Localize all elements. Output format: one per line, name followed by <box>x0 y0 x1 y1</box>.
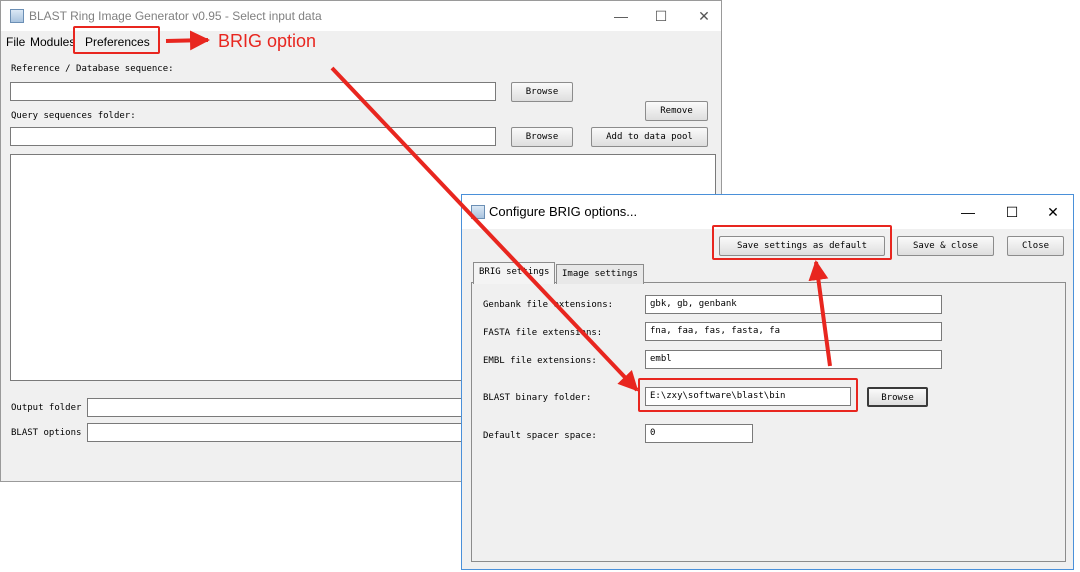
minimize-icon[interactable]: — <box>608 5 634 27</box>
menu-modules[interactable]: Modules <box>30 35 75 49</box>
highlight-blast-folder <box>638 378 858 412</box>
reference-browse-button[interactable]: Browse <box>511 82 573 102</box>
remove-button[interactable]: Remove <box>645 101 708 121</box>
query-browse-button[interactable]: Browse <box>511 127 573 147</box>
main-window-title: BLAST Ring Image Generator v0.95 - Selec… <box>29 9 322 23</box>
tab-image-settings[interactable]: Image settings <box>556 264 644 284</box>
output-folder-label: Output folder <box>11 403 82 413</box>
dialog-titlebar[interactable]: Configure BRIG options... — ☐ ✕ <box>462 195 1073 229</box>
tab-brig-settings[interactable]: BRIG settings <box>473 262 556 284</box>
minimize-icon[interactable]: — <box>955 201 981 223</box>
fasta-extensions-input[interactable]: fna, faa, fas, fasta, fa <box>645 322 942 341</box>
close-icon[interactable]: ✕ <box>1040 201 1066 223</box>
dialog-close-button[interactable]: Close <box>1007 236 1064 256</box>
close-icon[interactable]: ✕ <box>691 5 717 27</box>
highlight-save-default-button <box>712 225 892 260</box>
blast-binary-folder-label: BLAST binary folder: <box>483 393 592 403</box>
output-folder-input[interactable] <box>87 398 467 417</box>
query-label: Query sequences folder: <box>11 111 136 121</box>
genbank-label: Genbank file extensions: <box>483 300 614 310</box>
embl-extensions-input[interactable]: embl <box>645 350 942 369</box>
embl-label: EMBL file extensions: <box>483 356 597 366</box>
brig-option-annotation: BRIG option <box>218 31 317 51</box>
highlight-preferences-menu <box>73 26 160 54</box>
genbank-extensions-input[interactable]: gbk, gb, genbank <box>645 295 942 314</box>
query-input[interactable] <box>10 127 496 146</box>
maximize-icon[interactable]: ☐ <box>999 201 1025 223</box>
reference-label: Reference / Database sequence: <box>11 64 174 74</box>
default-spacer-input[interactable]: 0 <box>645 424 753 443</box>
menu-file[interactable]: File <box>6 35 25 49</box>
blast-options-label: BLAST options <box>11 428 82 438</box>
fasta-label: FASTA file extensions: <box>483 328 603 338</box>
reference-input[interactable] <box>10 82 496 101</box>
add-to-data-pool-button[interactable]: Add to data pool <box>591 127 708 147</box>
java-app-icon <box>471 205 485 219</box>
java-app-icon <box>10 9 24 23</box>
dialog-title: Configure BRIG options... <box>489 204 638 219</box>
blast-options-input[interactable] <box>87 423 467 442</box>
maximize-icon[interactable]: ☐ <box>648 5 674 27</box>
default-spacer-label: Default spacer space: <box>483 431 597 441</box>
save-and-close-button[interactable]: Save & close <box>897 236 994 256</box>
blast-folder-browse-button[interactable]: Browse <box>867 387 928 407</box>
